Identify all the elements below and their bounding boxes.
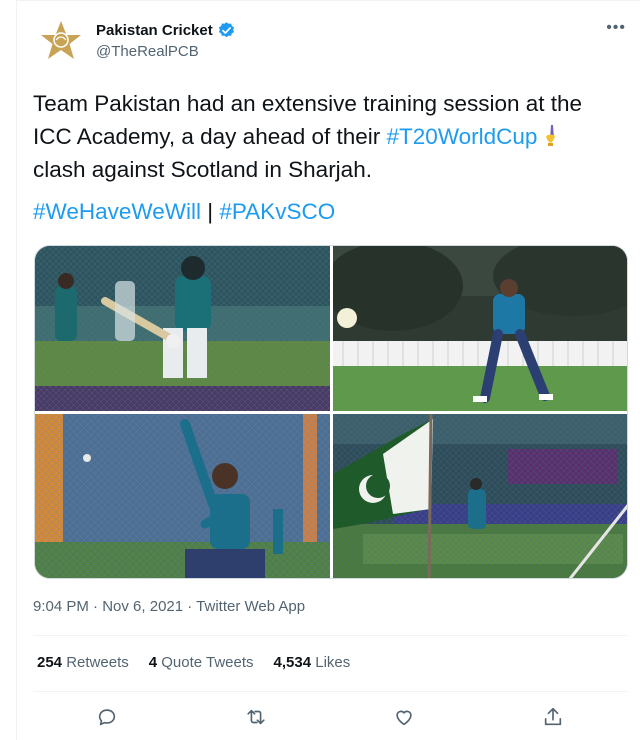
t20-worldcup-emoji-icon: [537, 124, 563, 148]
tweet-date[interactable]: Nov 6, 2021: [102, 598, 183, 615]
avatar[interactable]: [37, 17, 85, 65]
photo-batsman-nets[interactable]: [35, 246, 330, 411]
like-button[interactable]: [386, 701, 422, 733]
tweet-source[interactable]: Twitter Web App: [196, 598, 305, 615]
like-icon: [396, 710, 412, 726]
name-row: Pakistan Cricket: [96, 21, 236, 40]
hashtag-wehavewewill[interactable]: #WeHaveWeWill: [33, 199, 201, 224]
reply-button[interactable]: [89, 701, 125, 733]
meta-dot-1: ·: [88, 598, 103, 615]
quotes-count: 4: [148, 654, 158, 671]
tweet-line-1: Team Pakistan had an extensive training …: [33, 91, 583, 116]
share-icon: [544, 707, 561, 726]
retweets-count: 254: [37, 654, 63, 671]
hashtag-line: #WeHaveWeWill | #PAKvSCO: [33, 199, 335, 225]
tweet-line-2: ICC Academy, a day ahead of their #T20Wo…: [33, 120, 633, 153]
divider-top: [33, 635, 627, 636]
verified-badge-icon: [217, 21, 236, 40]
display-name[interactable]: Pakistan Cricket: [96, 22, 213, 39]
quotes-stat[interactable]: 4 Quote Tweets: [149, 654, 254, 671]
photo-bowler[interactable]: [35, 414, 330, 578]
tweet-line-3: clash against Scotland in Sharjah.: [33, 157, 372, 182]
tweet-actions: [33, 701, 627, 733]
hashtag-separator: |: [200, 199, 220, 224]
tweet-card: Pakistan Cricket @TheRealPCB ••• Team Pa…: [16, 0, 640, 740]
handle[interactable]: @TheRealPCB: [96, 43, 199, 60]
quotes-label: Quote Tweets: [161, 654, 254, 671]
likes-stat[interactable]: 4,534 Likes: [274, 654, 351, 671]
hashtag-pakvsco[interactable]: #PAKvSCO: [219, 199, 335, 224]
reply-icon: [99, 709, 116, 726]
retweet-button[interactable]: [238, 701, 274, 733]
retweets-stat[interactable]: 254 Retweets: [37, 654, 129, 671]
tweet-stats: 254 Retweets 4 Quote Tweets 4,534 Likes: [37, 654, 350, 671]
tweet-text: Team Pakistan had an extensive training …: [33, 87, 633, 186]
pcb-star-logo-icon: [41, 21, 81, 59]
meta-dot-2: ·: [183, 598, 197, 615]
more-icon[interactable]: •••: [606, 19, 626, 37]
tweet-line-2-text: ICC Academy, a day ahead of their: [33, 124, 387, 149]
divider-bottom: [33, 691, 627, 692]
tweet-meta: 9:04 PM · Nov 6, 2021 · Twitter Web App: [33, 598, 305, 615]
tweet-time[interactable]: 9:04 PM: [33, 598, 89, 615]
photo-fielder[interactable]: [333, 246, 627, 411]
photo-nets-flag[interactable]: [333, 414, 627, 578]
media-grid: [34, 245, 628, 579]
retweet-icon: [247, 709, 265, 725]
hashtag-t20worldcup[interactable]: #T20WorldCup: [387, 124, 538, 149]
likes-count: 4,534: [273, 654, 312, 671]
retweets-label: Retweets: [66, 654, 129, 671]
share-button[interactable]: [535, 701, 571, 733]
likes-label: Likes: [315, 654, 351, 671]
